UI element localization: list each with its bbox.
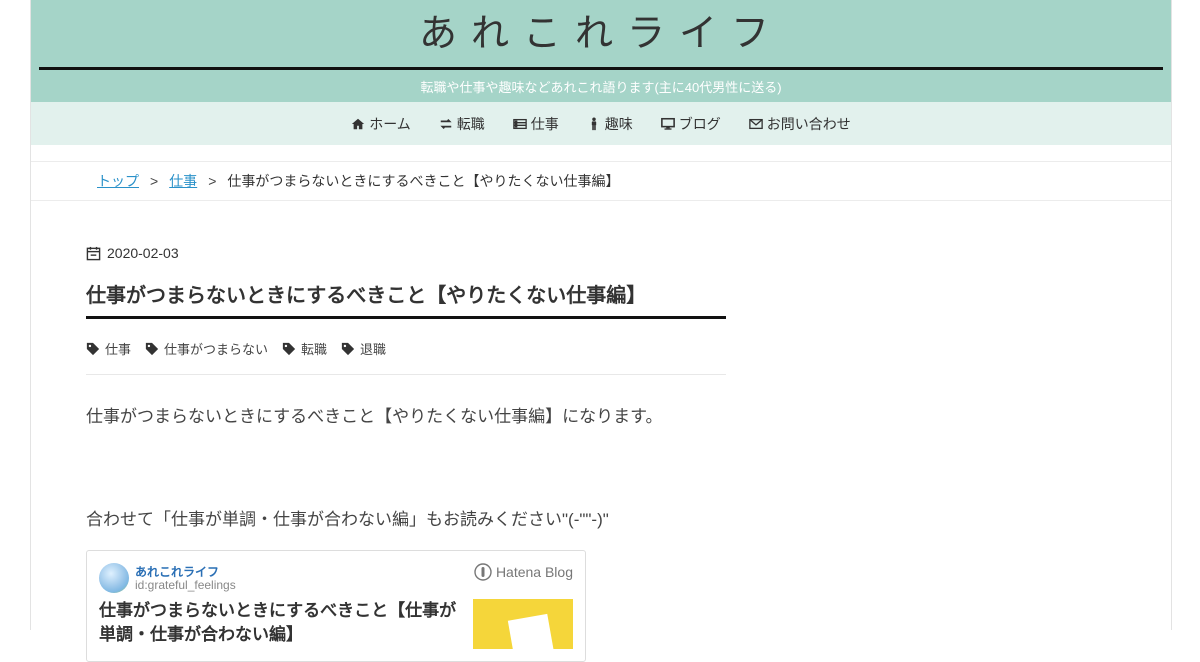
tag-label: 仕事 (105, 342, 132, 357)
hatena-logo-icon (474, 563, 492, 581)
tag-icon (282, 342, 296, 355)
tag-icon (341, 342, 355, 355)
breadcrumb: トップ > 仕事 > 仕事がつまらないときにするべきこと【やりたくない仕事編】 (31, 162, 1171, 201)
nav-label-blog: ブログ (678, 115, 721, 132)
article-paragraph: 仕事がつまらないときにするべきこと【やりたくない仕事編】になります。 (86, 407, 663, 426)
list-icon (513, 118, 527, 129)
person-icon (591, 116, 596, 130)
brand-label: Hatena Blog (495, 564, 573, 580)
embed-title[interactable]: 仕事がつまらないときにするべきこと【仕事が単調・仕事が合わない編】 (99, 599, 464, 647)
nav-item-career[interactable]: 転職 (425, 114, 499, 134)
nav-label-home: ホーム (369, 115, 411, 132)
article-title: 仕事がつまらないときにするべきこと【やりたくない仕事編】 (86, 279, 726, 319)
article-tags: 仕事 仕事がつまらない 転職 退職 (86, 339, 726, 375)
breadcrumb-top-link[interactable]: トップ (97, 171, 139, 191)
thumbnail-paper (507, 613, 555, 649)
tag-icon (145, 342, 159, 355)
site-tagline: 転職や仕事や趣味などあれこれ語ります(主に40代男性に送る) (420, 80, 782, 95)
breadcrumb-category-link[interactable]: 仕事 (169, 171, 197, 191)
exchange-icon (440, 118, 452, 129)
nav-item-home[interactable]: ホーム (337, 114, 425, 134)
embed-thumbnail (473, 599, 573, 649)
article-date: 2020-02-03 (107, 245, 179, 261)
tag-link[interactable]: 仕事がつまらない (145, 339, 268, 358)
article-header: 2020-02-03 仕事がつまらないときにするべきこと【やりたくない仕事編】 … (86, 245, 726, 375)
tag-label: 退職 (360, 342, 387, 357)
tag-link[interactable]: 転職 (282, 339, 327, 358)
title-underline (39, 67, 1163, 70)
nav-label-contact: お問い合わせ (766, 115, 851, 132)
nav-item-contact[interactable]: お問い合わせ (735, 114, 865, 134)
blog-embed-card[interactable]: あれこれライフ id:grateful_feelings Hatena Blog… (86, 550, 586, 662)
site-title[interactable]: あれこれライフ (31, 14, 1171, 52)
page-frame: あれこれライフ 転職や仕事や趣味などあれこれ語ります(主に40代男性に送る) ホ… (30, 0, 1172, 662)
hatena-brand[interactable]: Hatena Blog (474, 563, 573, 581)
global-nav: ホーム 転職 仕事 趣味 ブログ お問い合わせ (31, 102, 1171, 145)
nav-label-hobby: 趣味 (604, 115, 633, 132)
envelope-icon (749, 118, 763, 129)
article-date-row: 2020-02-03 (86, 245, 726, 261)
nav-spacer (31, 145, 1171, 162)
desktop-icon (660, 117, 675, 130)
nav-label-work: 仕事 (530, 115, 559, 132)
site-header: あれこれライフ 転職や仕事や趣味などあれこれ語ります(主に40代男性に送る) (31, 0, 1171, 102)
breadcrumb-current: 仕事がつまらないときにするべきこと【やりたくない仕事編】 (227, 173, 620, 189)
blog-avatar (99, 563, 129, 593)
breadcrumb-separator: > (208, 173, 217, 189)
nav-item-hobby[interactable]: 趣味 (573, 114, 647, 134)
tag-link[interactable]: 退職 (341, 339, 386, 358)
tag-icon (86, 342, 100, 355)
breadcrumb-separator: > (150, 173, 159, 189)
tag-label: 仕事がつまらない (164, 342, 269, 357)
tag-link[interactable]: 仕事 (86, 339, 131, 358)
calendar-icon (86, 246, 101, 260)
embed-user-id: id:grateful_feelings (135, 578, 236, 592)
article-paragraph: 合わせて「仕事が単調・仕事が合わない編」もお読みください"(-""-)" (86, 510, 609, 529)
tag-label: 転職 (301, 342, 328, 357)
home-icon (352, 118, 365, 129)
nav-label-career: 転職 (456, 115, 485, 132)
nav-item-blog[interactable]: ブログ (647, 114, 735, 134)
nav-item-work[interactable]: 仕事 (499, 114, 573, 134)
